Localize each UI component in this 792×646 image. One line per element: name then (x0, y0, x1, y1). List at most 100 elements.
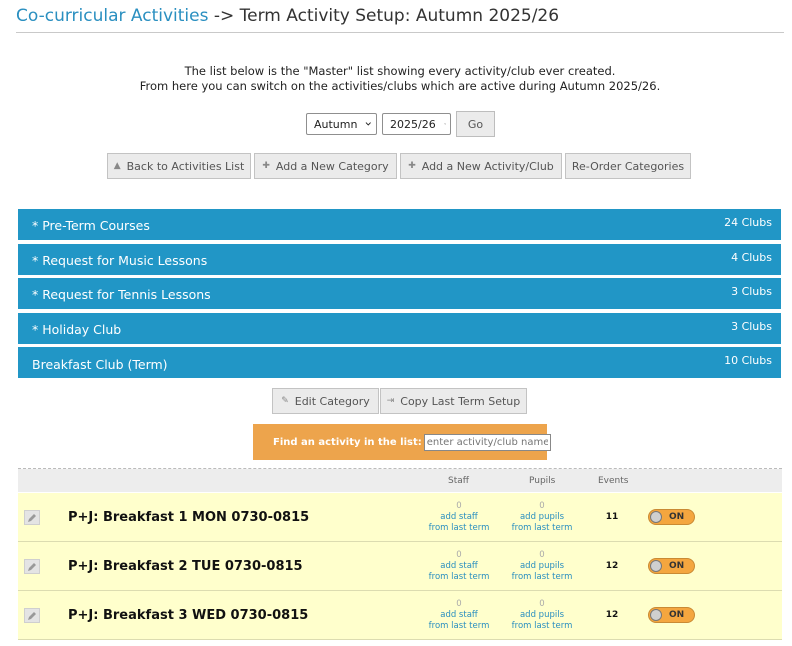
category-count: 3 Clubs (731, 285, 772, 298)
events-count: 11 (605, 512, 619, 522)
term-select[interactable]: Autumn (306, 113, 377, 135)
pupils-from-last-term-link[interactable]: from last term (502, 621, 582, 632)
add-activity-label: Add a New Activity/Club (421, 159, 554, 173)
year-select[interactable]: 2025/26 (382, 113, 451, 135)
category-actions: ✎ Edit Category ⇥ Copy Last Term Setup (272, 388, 527, 414)
edit-activity-button[interactable] (24, 510, 40, 525)
pupils-count: 0 (539, 599, 545, 609)
staff-count: 0 (456, 599, 462, 609)
category-bar-active[interactable]: Breakfast Club (Term) 10 Clubs (18, 347, 781, 378)
category-count: 4 Clubs (731, 251, 772, 264)
pupils-cell: 0 add pupils from last term (502, 550, 582, 583)
staff-from-last-term-link[interactable]: from last term (419, 523, 499, 534)
page-header: Co-curricular Activities -> Term Activit… (16, 6, 784, 33)
add-pupils-link[interactable]: add pupils (502, 512, 582, 523)
activity-name: P+J: Breakfast 2 TUE 0730-0815 (68, 559, 303, 574)
add-category-label: Add a New Category (275, 159, 389, 173)
add-activity-button[interactable]: ✚ Add a New Activity/Club (400, 153, 562, 179)
staff-cell: 0 add staff from last term (419, 550, 499, 583)
plus-icon: ✚ (262, 161, 270, 171)
category-bar[interactable]: * Request for Tennis Lessons 3 Clubs (18, 278, 781, 309)
toggle-label: ON (669, 512, 685, 522)
staff-cell: 0 add staff from last term (419, 599, 499, 632)
pupils-count: 0 (539, 501, 545, 511)
pencil-icon (28, 562, 36, 571)
edit-activity-button[interactable] (24, 559, 40, 574)
page-title: Term Activity Setup: Autumn 2025/26 (239, 6, 560, 26)
category-bar[interactable]: * Request for Music Lessons 4 Clubs (18, 244, 781, 275)
category-name: * Holiday Club (32, 322, 122, 337)
breadcrumb-separator: -> (208, 6, 240, 26)
back-to-activities-button[interactable]: ▲ Back to Activities List (107, 153, 251, 179)
pupils-from-last-term-link[interactable]: from last term (502, 572, 582, 583)
category-name: Breakfast Club (Term) (32, 357, 168, 372)
search-input[interactable] (423, 433, 551, 451)
active-toggle[interactable]: ON (648, 607, 695, 623)
staff-count: 0 (456, 550, 462, 560)
toggle-knob (650, 609, 662, 621)
staff-from-last-term-link[interactable]: from last term (419, 621, 499, 632)
activity-table: Staff Pupils Events P+J: Breakfast 1 MON… (18, 468, 782, 646)
pencil-icon: ✎ (281, 396, 289, 406)
edit-activity-button[interactable] (24, 608, 40, 623)
category-name: * Request for Tennis Lessons (32, 287, 211, 302)
intro-line-2: From here you can switch on the activiti… (139, 79, 661, 93)
add-category-button[interactable]: ✚ Add a New Category (254, 153, 397, 179)
category-count: 3 Clubs (731, 320, 772, 333)
caret-up-icon: ▲ (113, 161, 121, 171)
table-row: P+J: Breakfast 3 WED 0730-0815 0 add sta… (18, 591, 782, 640)
copy-arrow-icon: ⇥ (386, 396, 395, 406)
copy-last-term-label: Copy Last Term Setup (400, 394, 521, 408)
active-toggle[interactable]: ON (648, 509, 695, 525)
staff-from-last-term-link[interactable]: from last term (419, 572, 499, 583)
category-bar[interactable]: * Pre-Term Courses 24 Clubs (18, 209, 781, 240)
go-button[interactable]: Go (456, 111, 495, 137)
activity-search: Find an activity in the list: (253, 424, 551, 460)
back-to-activities-label: Back to Activities List (126, 159, 245, 173)
search-label: Find an activity in the list: (273, 436, 422, 448)
add-pupils-link[interactable]: add pupils (502, 610, 582, 621)
add-staff-link[interactable]: add staff (419, 561, 499, 572)
category-count: 10 Clubs (724, 354, 772, 367)
breadcrumb-link[interactable]: Co-curricular Activities (16, 6, 208, 26)
toggle-label: ON (669, 561, 685, 571)
pupils-count: 0 (539, 550, 545, 560)
activity-name: P+J: Breakfast 1 MON 0730-0815 (68, 510, 310, 525)
toggle-knob (650, 560, 662, 572)
edit-category-label: Edit Category (294, 394, 370, 408)
active-toggle[interactable]: ON (648, 558, 695, 574)
category-count: 24 Clubs (724, 216, 772, 229)
year-select-value: 2025/26 (390, 117, 436, 131)
col-pupils: Pupils (529, 476, 556, 486)
table-header: Staff Pupils Events (18, 469, 782, 492)
edit-category-button[interactable]: ✎ Edit Category (272, 388, 379, 414)
copy-last-term-button[interactable]: ⇥ Copy Last Term Setup (380, 388, 527, 414)
reorder-categories-button[interactable]: Re-Order Categories (565, 153, 691, 179)
col-events: Events (598, 476, 629, 486)
intro-text: The list below is the "Master" list show… (0, 64, 792, 94)
add-pupils-link[interactable]: add pupils (502, 561, 582, 572)
term-filter: Autumn 2025/26 Go (306, 111, 495, 137)
table-row: P+J: Breakfast 1 MON 0730-0815 0 add sta… (18, 493, 782, 542)
intro-line-1: The list below is the "Master" list show… (184, 64, 616, 78)
staff-cell: 0 add staff from last term (419, 501, 499, 534)
category-name: * Pre-Term Courses (32, 218, 150, 233)
pencil-icon (28, 611, 36, 620)
pencil-icon (28, 513, 36, 522)
add-staff-link[interactable]: add staff (419, 610, 499, 621)
staff-count: 0 (456, 501, 462, 511)
toggle-label: ON (669, 610, 685, 620)
activity-name: P+J: Breakfast 3 WED 0730-0815 (68, 608, 309, 623)
term-select-value: Autumn (314, 117, 358, 131)
pupils-cell: 0 add pupils from last term (502, 501, 582, 534)
col-staff: Staff (448, 476, 469, 486)
chevron-down-icon (366, 122, 372, 126)
toggle-knob (650, 511, 662, 523)
events-count: 12 (605, 561, 619, 571)
plus-icon: ✚ (408, 161, 416, 171)
add-staff-link[interactable]: add staff (419, 512, 499, 523)
category-name: * Request for Music Lessons (32, 253, 208, 268)
pupils-from-last-term-link[interactable]: from last term (502, 523, 582, 534)
events-count: 12 (605, 610, 619, 620)
category-bar[interactable]: * Holiday Club 3 Clubs (18, 313, 781, 344)
